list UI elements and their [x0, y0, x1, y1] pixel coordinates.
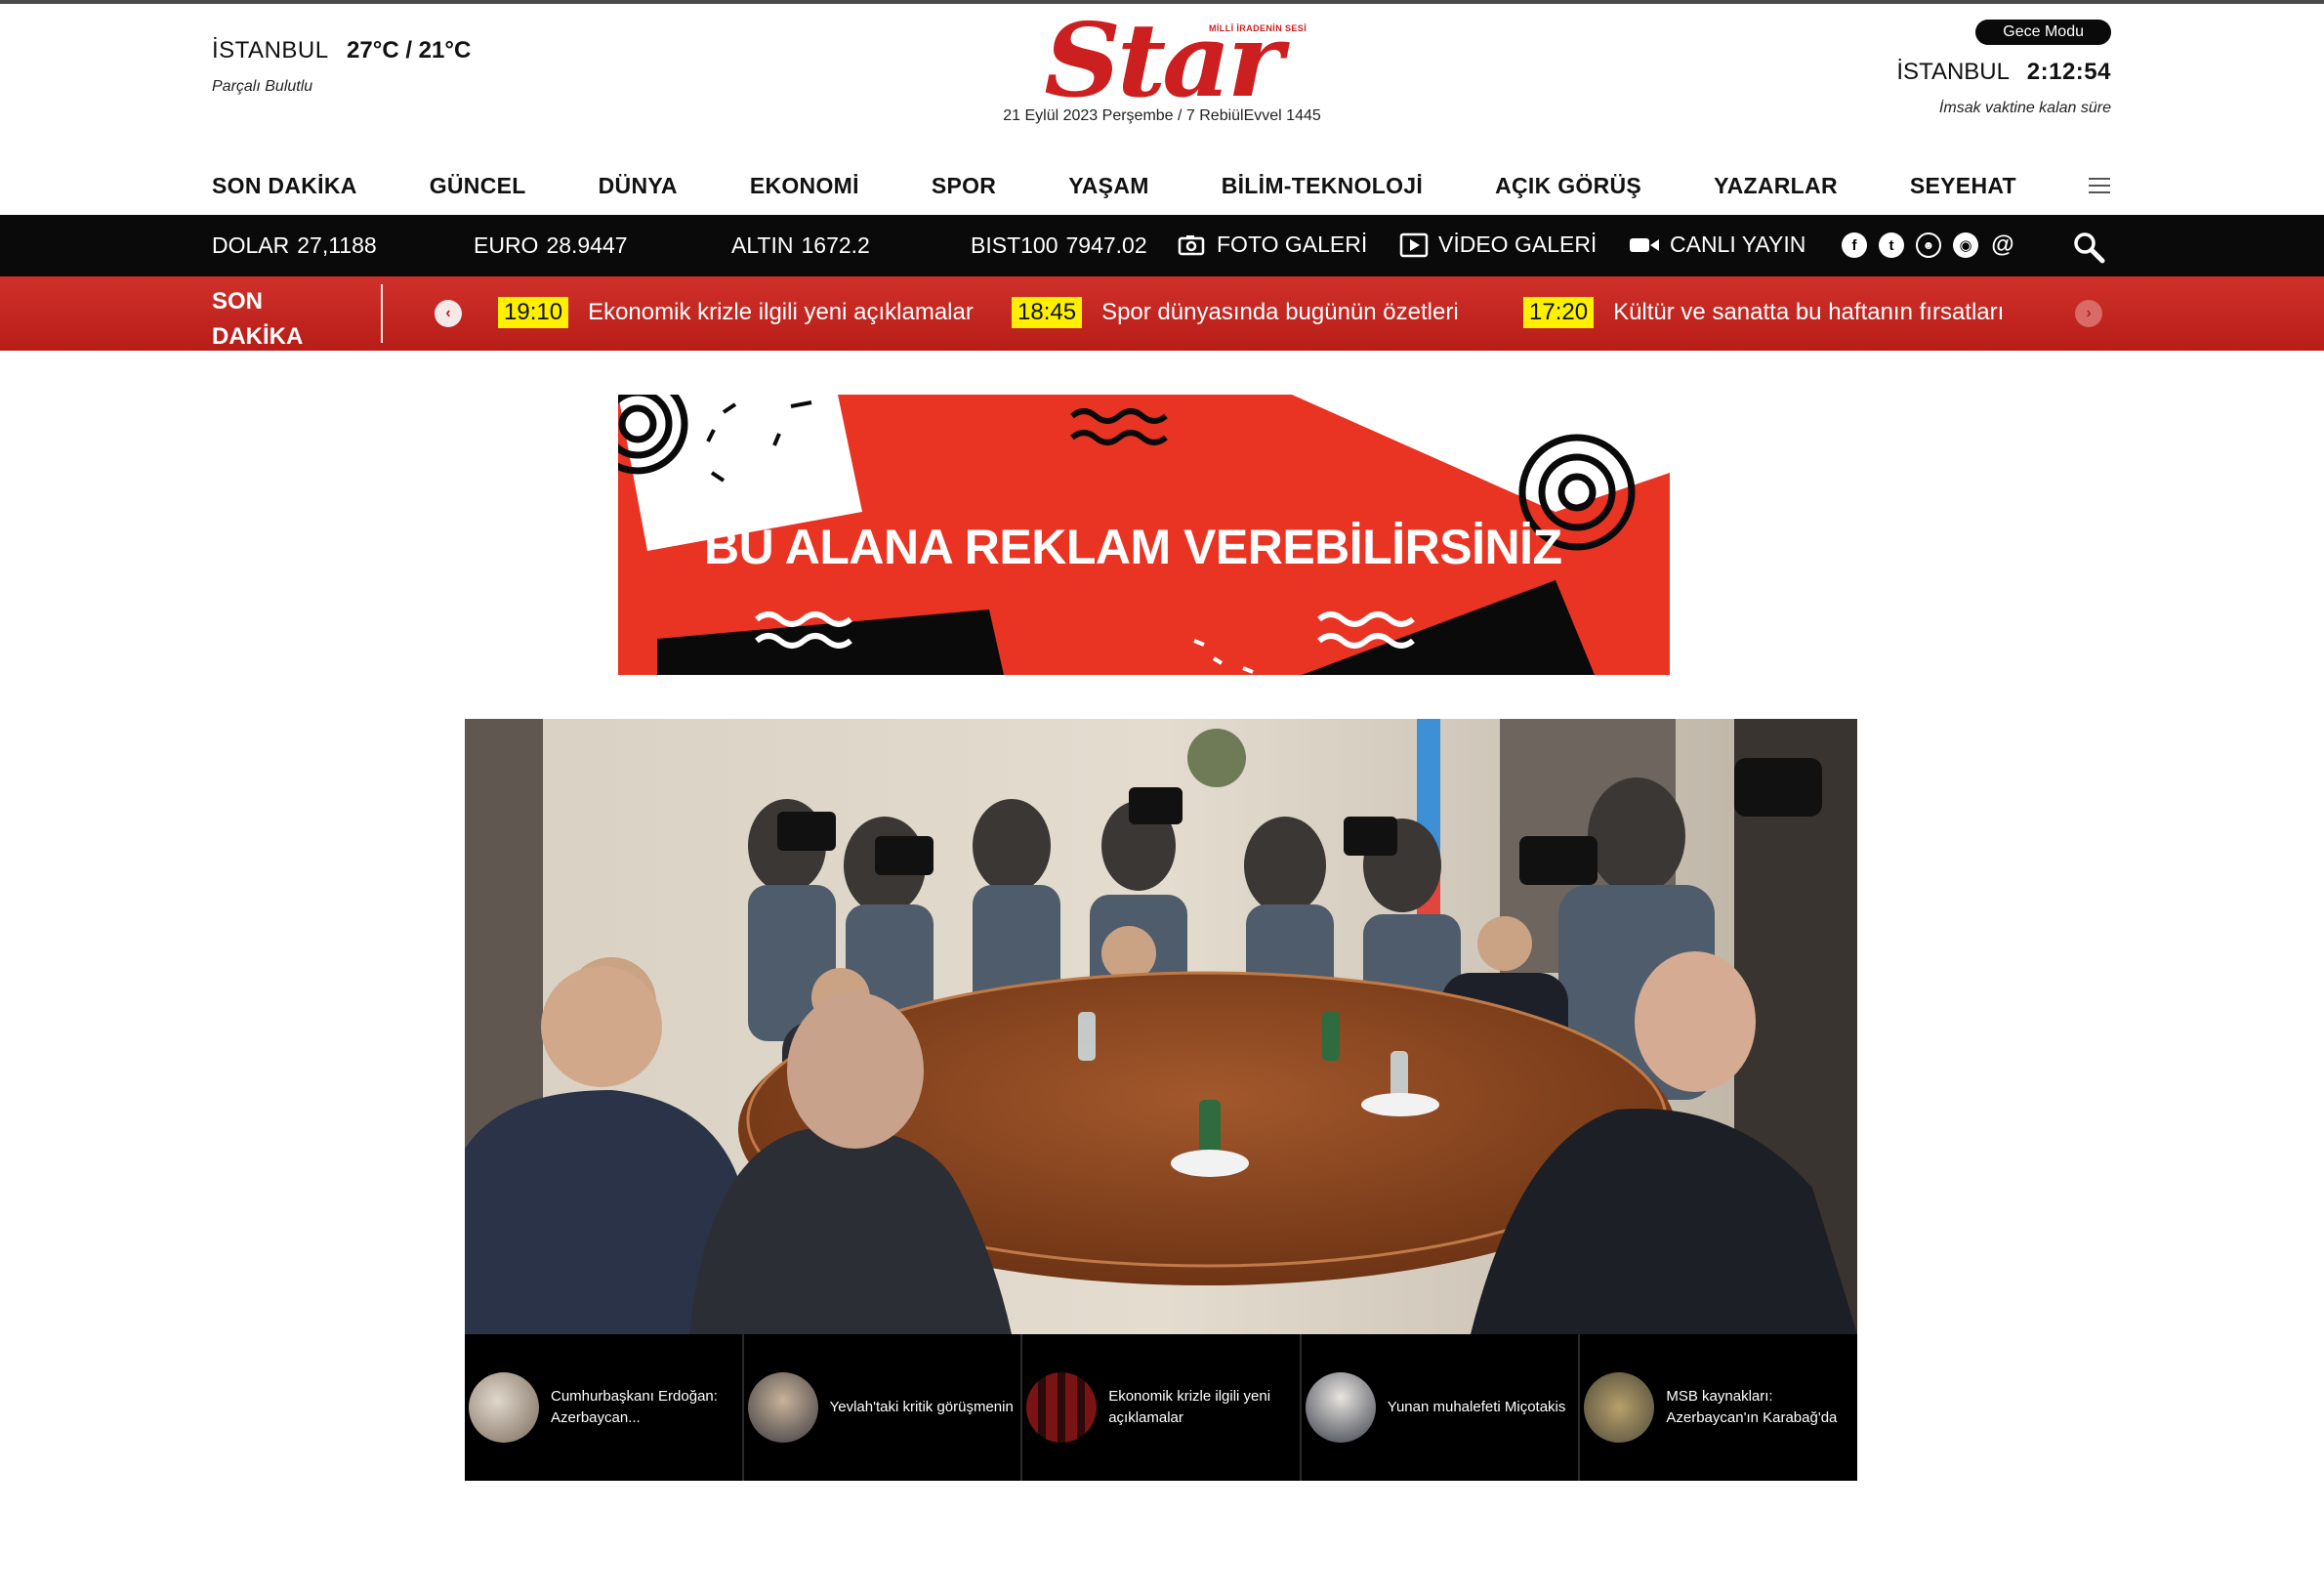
ad-text: BU ALANA REKLAM VEREBİLİRSİNİZ: [704, 520, 1562, 574]
breaking-label-line2: DAKİKA: [212, 323, 304, 350]
nav-ekonomi[interactable]: EKONOMİ: [750, 173, 859, 199]
weather-widget: İSTANBUL 27°C / 21°C Parçalı Bulutlu: [212, 37, 471, 96]
breaking-label-line1: SON: [212, 288, 264, 315]
video-gallery-icon: [1399, 232, 1429, 257]
bist-label: BIST100: [971, 232, 1058, 258]
dolar-label: DOLAR: [212, 232, 290, 258]
market-altin: ALTIN 1672.2: [731, 232, 870, 259]
ticker-time: 19:10: [498, 297, 569, 328]
breaking-divider: [381, 284, 383, 343]
euro-label: EURO: [474, 232, 539, 258]
news-thumbnail[interactable]: Yevlah'taki kritik görüşmenin: [744, 1334, 1023, 1481]
thumbnail-image: [747, 1372, 818, 1443]
date-line: 21 Eylül 2023 Perşembe / 7 RebiülEvvel 1…: [1003, 107, 1321, 124]
social-links: f t ☻ ◉ @: [1842, 231, 2015, 258]
nav-dunya[interactable]: DÜNYA: [599, 173, 678, 199]
market-bist: BIST100 7947.02: [971, 232, 1147, 259]
video-galeri-link[interactable]: VİDEO GALERİ: [1399, 231, 1597, 258]
ticker-text: Spor dünyasında bugünün özetleri: [1101, 299, 1459, 325]
thumbnail-caption: Cumhurbaşkanı Erdoğan: Azerbaycan...: [551, 1388, 718, 1426]
search-icon[interactable]: [2072, 231, 2105, 264]
video-galeri-label: VİDEO GALERİ: [1438, 231, 1598, 257]
dolar-value: 27,1188: [297, 232, 377, 258]
canli-yayin-label: CANLI YAYIN: [1670, 231, 1806, 257]
ticker-item[interactable]: 18:45 Spor dünyasında bugünün özetleri: [1012, 297, 1459, 328]
clock-time: 2:12:54: [2026, 59, 2111, 85]
market-euro: EURO 28.9447: [474, 232, 628, 259]
music-icon[interactable]: ◉: [1953, 232, 1978, 258]
altin-value: 1672.2: [801, 232, 870, 258]
thumbnail-caption: Yunan muhalefeti Miçotakis: [1387, 1399, 1566, 1415]
imsak-label: İmsak vaktine kalan süre: [1938, 100, 2111, 116]
nav-seyehat[interactable]: SEYEHAT: [1910, 173, 2016, 199]
nav-yazarlar[interactable]: YAZARLAR: [1714, 173, 1838, 199]
clock-city: İSTANBUL: [1896, 59, 2010, 85]
email-icon[interactable]: @: [1990, 231, 2015, 258]
ticker-time: 17:20: [1523, 297, 1595, 328]
ad-banner[interactable]: BU ALANA REKLAM VEREBİLİRSİNİZ: [618, 395, 1670, 675]
breaking-label: SON DAKİKA: [212, 284, 303, 355]
chevron-left-icon[interactable]: ‹: [435, 300, 462, 327]
nav-bilim-teknoloji[interactable]: BİLİM-TEKNOLOJİ: [1222, 173, 1423, 199]
weather-desc: Parçalı Bulutlu: [212, 78, 313, 95]
altin-label: ALTIN: [731, 232, 794, 258]
menu-icon[interactable]: [2088, 178, 2110, 193]
thumbnail-caption: MSB kaynakları: Azerbaycan'ın Karabağ'da: [1666, 1388, 1838, 1426]
ticker-item[interactable]: 19:10 Ekonomik krizle ilgili yeni açıkla…: [498, 297, 974, 328]
video-camera-icon: [1630, 237, 1659, 252]
news-thumbnail[interactable]: MSB kaynakları: Azerbaycan'ın Karabağ'da: [1580, 1334, 1857, 1481]
news-thumbnail[interactable]: Yunan muhalefeti Miçotakis: [1302, 1334, 1581, 1481]
market-dolar: DOLAR 27,1188: [212, 232, 377, 259]
nav-yasam[interactable]: YAŞAM: [1068, 173, 1148, 199]
thumbnail-image: [1305, 1372, 1376, 1443]
main-nav: SON DAKİKA GÜNCEL DÜNYA EKONOMİ SPOR YAŞ…: [212, 171, 2110, 200]
nav-son-dakika[interactable]: SON DAKİKA: [212, 173, 357, 199]
news-thumbnail[interactable]: Ekonomik krizle ilgili yeni açıklamalar: [1022, 1334, 1302, 1481]
nav-guncel[interactable]: GÜNCEL: [430, 173, 526, 199]
nav-spor[interactable]: SPOR: [932, 173, 996, 199]
thumbnail-caption: Ekonomik krizle ilgili yeni açıklamalar: [1108, 1388, 1271, 1426]
foto-galeri-label: FOTO GALERİ: [1217, 231, 1368, 257]
news-thumbnail[interactable]: Cumhurbaşkanı Erdoğan: Azerbaycan...: [465, 1334, 744, 1481]
twitter-icon[interactable]: t: [1879, 232, 1904, 258]
breaking-news-bar: SON DAKİKA ‹ 19:10 Ekonomik krizle ilgil…: [0, 276, 2324, 351]
hero-image[interactable]: [465, 719, 1857, 1334]
thumbnail-caption: Yevlah'taki kritik görüşmenin: [829, 1399, 1014, 1415]
thumbnail-image: [469, 1372, 539, 1443]
clock-widget: Gece Modu İSTANBUL 2:12:54 İmsak vaktine…: [1896, 20, 2111, 117]
ticker-time: 18:45: [1012, 297, 1083, 328]
logo-slogan: MİLLİ İRADENİN SESİ: [1209, 23, 1307, 33]
weather-city: İSTANBUL: [212, 37, 329, 63]
chevron-right-icon[interactable]: ›: [2075, 300, 2102, 327]
canli-yayin-link[interactable]: CANLI YAYIN: [1629, 231, 1805, 258]
market-bar: DOLAR 27,1188 EURO 28.9447 ALTIN 1672.2 BIS…: [0, 215, 2324, 276]
ticker-text: Kültür ve sanatta bu haftanın fırsatları: [1613, 299, 2005, 325]
reddit-icon[interactable]: ☻: [1916, 232, 1941, 258]
site-logo[interactable]: Star MİLLİ İRADENİN SESİ: [976, 10, 1348, 111]
night-mode-button[interactable]: Gece Modu: [1975, 20, 2111, 45]
foto-galeri-link[interactable]: FOTO GALERİ: [1178, 231, 1367, 258]
weather-temp: 27°C / 21°C: [347, 37, 472, 63]
photo-gallery-icon: [1178, 234, 1205, 255]
bist-value: 7947.02: [1065, 232, 1147, 258]
thumbnail-image: [1026, 1372, 1098, 1443]
ticker-item[interactable]: 17:20 Kültür ve sanatta bu haftanın fırs…: [1523, 297, 2004, 328]
ticker-text: Ekonomik krizle ilgili yeni açıklamalar: [588, 299, 974, 325]
news-thumbnail-strip: Cumhurbaşkanı Erdoğan: Azerbaycan... Yev…: [465, 1334, 1857, 1481]
euro-value: 28.9447: [546, 232, 628, 258]
meeting-photo: [465, 719, 1857, 1334]
nav-acik-gorus[interactable]: AÇIK GÖRÜŞ: [1495, 173, 1641, 199]
facebook-icon[interactable]: f: [1842, 232, 1867, 258]
thumbnail-image: [1584, 1372, 1655, 1443]
